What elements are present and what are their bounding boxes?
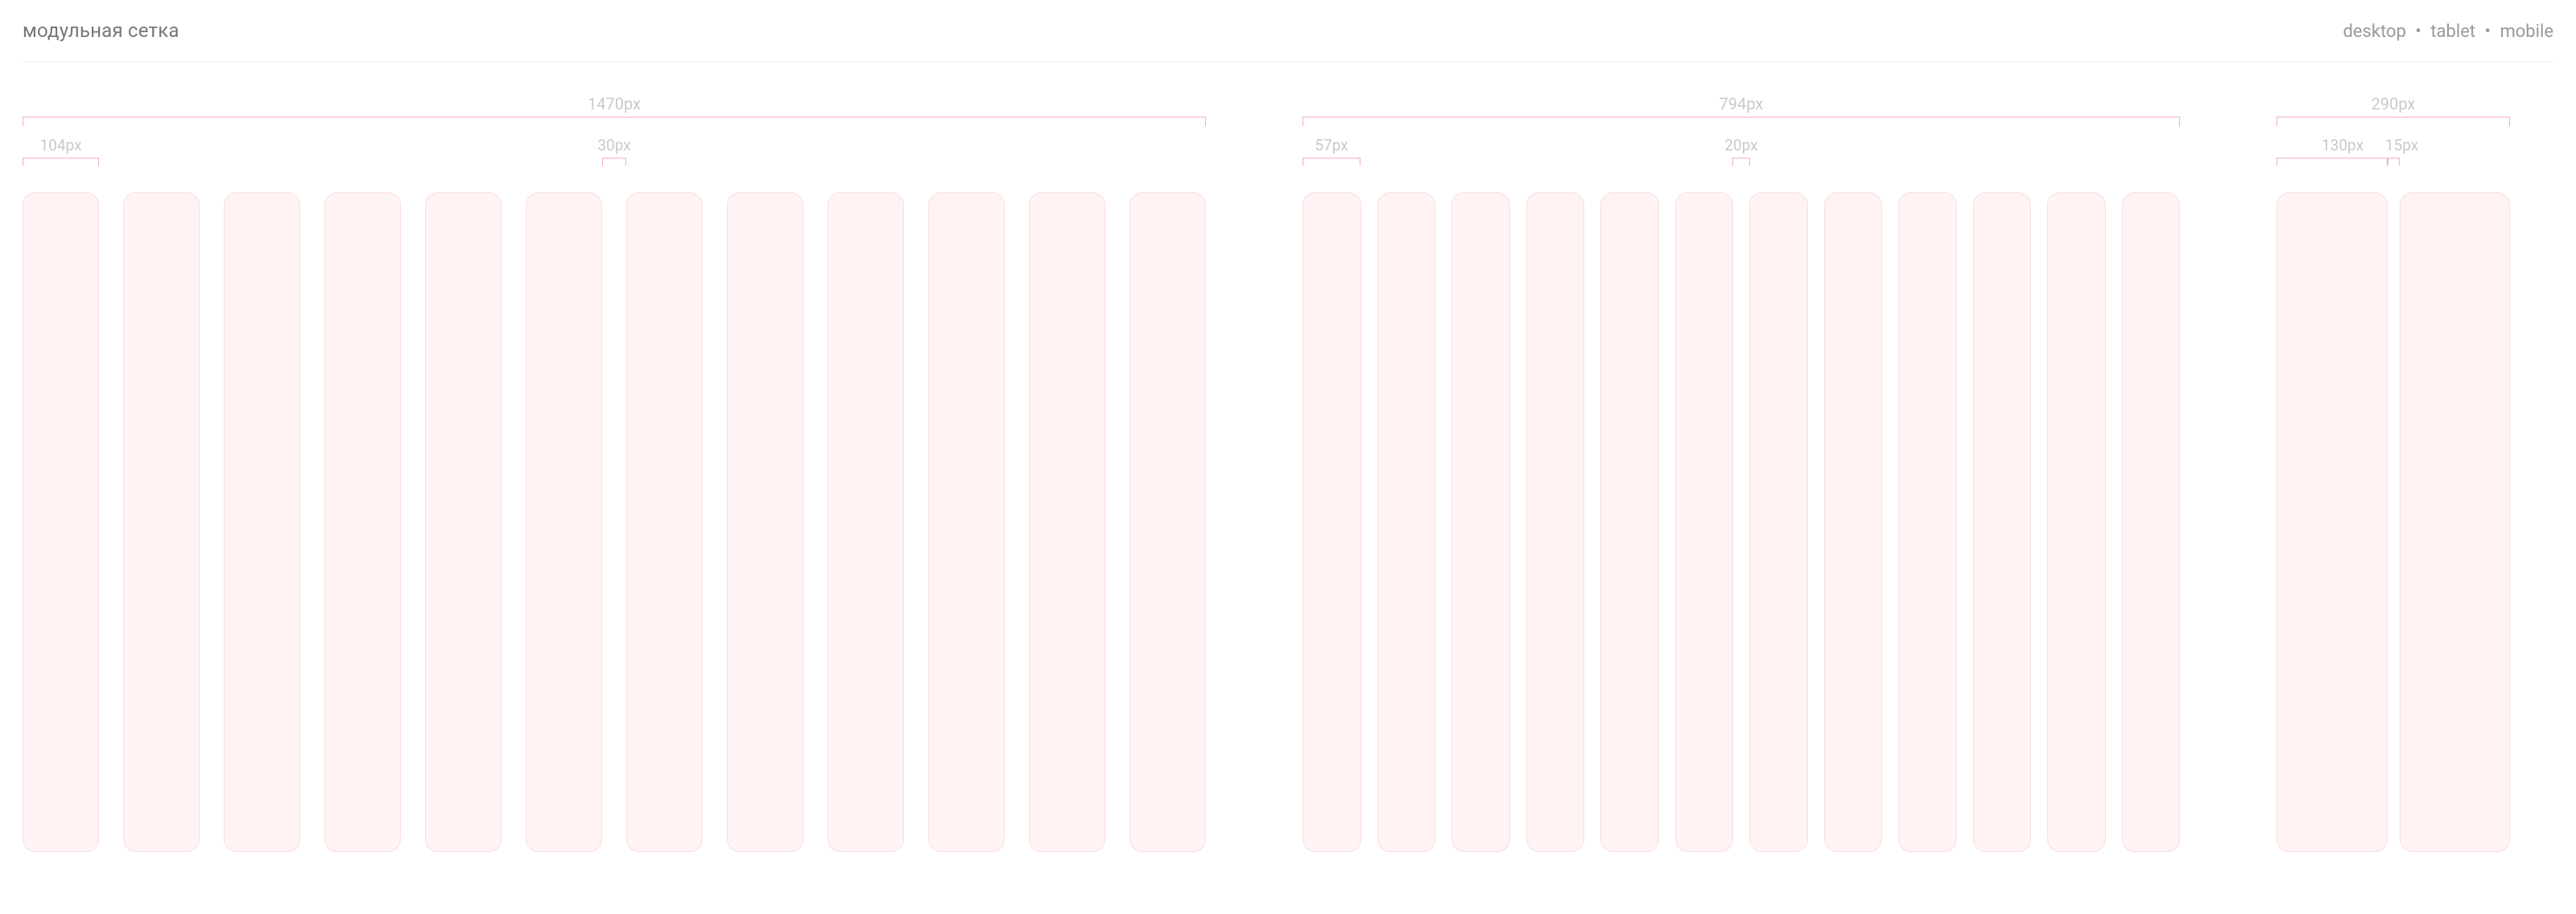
gutter-width-bracket: 30px (602, 136, 626, 184)
column-width-label: 130px (2277, 136, 2388, 154)
grid-column (1302, 192, 1361, 852)
grid-column (224, 192, 300, 852)
breadcrumb: desktop • tablet • mobile (2343, 22, 2553, 42)
grid-column (2277, 192, 2388, 852)
column-width-bracket: 130px (2277, 136, 2388, 184)
grid-column (828, 192, 904, 852)
grid-tablet: 794px 57px 20px (1302, 94, 2180, 852)
gutter-width-label: 20px (1724, 136, 1757, 154)
grid-column (1029, 192, 1105, 852)
columns (2277, 192, 2510, 852)
page-header: модульная сетка desktop • tablet • mobil… (23, 19, 2553, 62)
total-width-label: 794px (1302, 94, 2180, 113)
page-title: модульная сетка (23, 19, 180, 42)
gutter-width-label: 15px (2385, 136, 2418, 154)
grid-column (1526, 192, 1585, 852)
bracket-line (2277, 117, 2510, 130)
column-width-label: 104px (40, 136, 82, 154)
grid-column (1675, 192, 1734, 852)
grid-column (626, 192, 703, 852)
grid-column (526, 192, 602, 852)
grid-column (1749, 192, 1808, 852)
breadcrumb-sep: • (2415, 22, 2421, 42)
sub-brackets: 104px 30px (23, 136, 1206, 184)
grid-column (1824, 192, 1883, 852)
breadcrumb-item: mobile (2500, 22, 2553, 42)
grid-column (2122, 192, 2181, 852)
columns (23, 192, 1206, 852)
breadcrumb-item: tablet (2430, 22, 2475, 42)
column-width-label: 57px (1315, 136, 1348, 154)
grid-column (1600, 192, 1659, 852)
grid-column (1973, 192, 2032, 852)
grid-column (1377, 192, 1436, 852)
bracket-line (1302, 117, 2180, 130)
gutter-width-bracket: 15px (2388, 136, 2400, 184)
gutter-width-bracket: 20px (1732, 136, 1750, 184)
bracket-line (23, 117, 1206, 130)
gutter-width-label: 30px (597, 136, 630, 154)
grid-column (1129, 192, 1206, 852)
grid-column (1898, 192, 1957, 852)
grid-column (123, 192, 200, 852)
grid-column (2047, 192, 2106, 852)
breadcrumb-item: desktop (2343, 22, 2405, 42)
total-width-label: 1470px (23, 94, 1206, 113)
columns (1302, 192, 2180, 852)
column-width-bracket: 104px (23, 136, 99, 184)
grid-column (1451, 192, 1510, 852)
total-width-label: 290px (2277, 94, 2510, 113)
grids-row: 1470px 104px 30px (23, 94, 2553, 852)
grid-desktop: 1470px 104px 30px (23, 94, 1206, 852)
sub-brackets: 57px 20px (1302, 136, 2180, 184)
grid-column (23, 192, 99, 852)
grid-column (2400, 192, 2511, 852)
grid-column (727, 192, 803, 852)
grid-column (324, 192, 401, 852)
grid-column (425, 192, 502, 852)
sub-brackets: 130px 15px (2277, 136, 2510, 184)
grid-mobile: 290px 130px 15px (2277, 94, 2510, 852)
column-width-bracket: 57px (1302, 136, 1360, 184)
grid-column (928, 192, 1005, 852)
breadcrumb-sep: • (2485, 22, 2491, 42)
